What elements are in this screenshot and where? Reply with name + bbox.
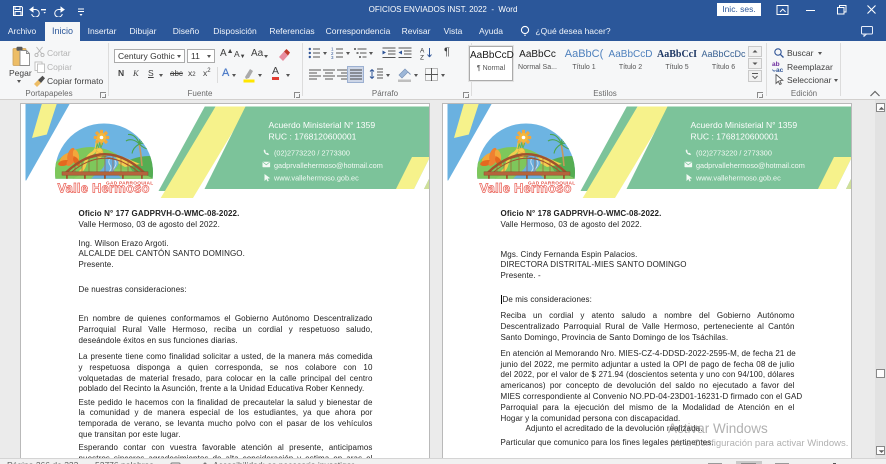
svg-text:Z: Z [420, 55, 424, 61]
svg-text:A: A [420, 48, 425, 55]
svg-text:ac: ac [776, 67, 784, 73]
svg-text:3: 3 [331, 55, 334, 59]
